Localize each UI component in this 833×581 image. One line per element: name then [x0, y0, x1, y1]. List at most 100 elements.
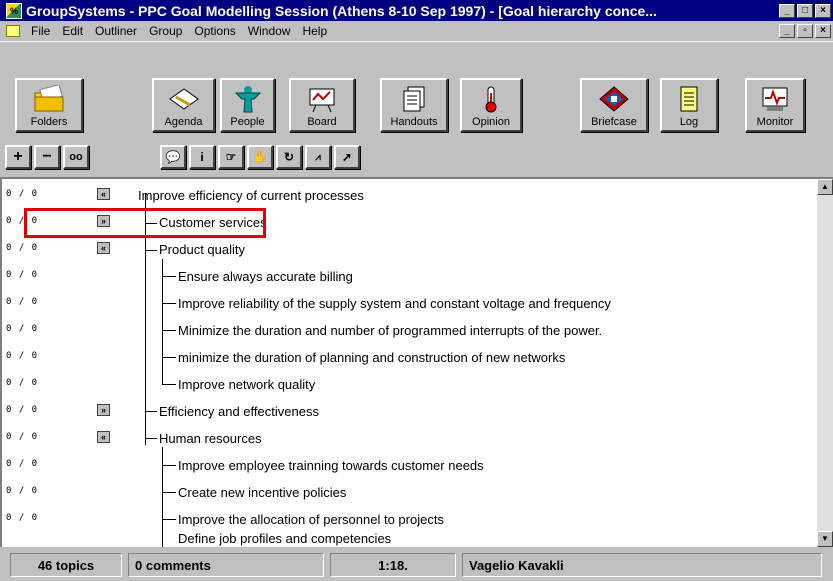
plus-icon: + [13, 148, 23, 165]
outline-row[interactable]: 0 / 0 minimize the duration of planning … [2, 345, 817, 372]
collapse-icon[interactable]: « [97, 188, 110, 200]
speech-bubble-icon: 💬 [165, 150, 181, 164]
hand-icon: ✋ [252, 150, 268, 164]
handouts-button[interactable]: Handouts [380, 78, 448, 132]
menu-file[interactable]: File [25, 24, 56, 38]
menu-help[interactable]: Help [296, 24, 333, 38]
doc-close-button[interactable]: × [815, 24, 831, 38]
topic-text[interactable]: Product quality [159, 242, 245, 257]
comment-button[interactable]: 💬 [160, 145, 186, 169]
topic-text[interactable]: Define job profiles and competencies [178, 531, 391, 546]
outline-row[interactable]: 0 / 0 « Improve efficiency of current pr… [2, 183, 817, 210]
remove-topic-button[interactable]: − [34, 145, 60, 169]
close-button[interactable]: × [815, 3, 831, 18]
topic-text[interactable]: Human resources [159, 431, 262, 446]
handouts-icon [397, 84, 431, 114]
user-name: Vagelio Kavakli [462, 553, 822, 577]
scroll-up-icon[interactable]: ▲ [817, 179, 833, 195]
topic-text[interactable]: Improve the allocation of personnel to p… [178, 512, 444, 527]
folder-icon [32, 84, 66, 114]
outline-pane[interactable]: 0 / 0 « Improve efficiency of current pr… [0, 177, 833, 547]
point-button[interactable]: ☞ [218, 145, 244, 169]
monitor-icon [758, 84, 792, 114]
agenda-button[interactable]: Agenda [152, 78, 215, 132]
topics-count: 46 topics [10, 553, 122, 577]
document-icon[interactable] [6, 25, 20, 37]
outline-row[interactable]: 0 / 0 Improve reliability of the supply … [2, 291, 817, 318]
chart-button[interactable]: ⩘ [305, 145, 331, 169]
topic-text[interactable]: Improve efficiency of current processes [138, 188, 364, 203]
doc-minimize-button[interactable]: _ [779, 24, 795, 38]
outline-row[interactable]: 0 / 0 Improve employee trainning towards… [2, 453, 817, 480]
opinion-button[interactable]: Opinion [460, 78, 522, 132]
outline-row[interactable]: 0 / 0 Create new incentive policies [2, 480, 817, 507]
cursor-button[interactable]: ➚ [334, 145, 360, 169]
vote-score: 0 / 0 [6, 297, 39, 307]
topic-text[interactable]: Create new incentive policies [178, 485, 346, 500]
outline-toolbar: + − oo 💬 i ☞ ✋ ↻ ⩘ ➚ [0, 145, 833, 173]
app-icon[interactable]: % [6, 2, 22, 19]
log-button[interactable]: Log [660, 78, 718, 132]
topic-text[interactable]: Improve reliability of the supply system… [178, 296, 611, 311]
hand-point-icon: ☞ [225, 150, 237, 164]
menu-options[interactable]: Options [188, 24, 241, 38]
vote-score: 0 / 0 [6, 216, 39, 226]
people-button[interactable]: People [220, 78, 275, 132]
menu-bar: File Edit Outliner Group Options Window … [0, 21, 833, 41]
collapse-icon[interactable]: « [97, 431, 110, 443]
title-bar[interactable]: % GroupSystems - PPC Goal Modelling Sess… [0, 0, 833, 21]
outline-row[interactable]: 0 / 0 » Customer services [2, 210, 817, 237]
add-topic-button[interactable]: + [5, 145, 31, 169]
monitor-button[interactable]: Monitor [745, 78, 805, 132]
vote-score: 0 / 0 [6, 432, 39, 442]
outline-row[interactable]: 0 / 0 » Efficiency and effectiveness [2, 399, 817, 426]
topic-text[interactable]: Improve network quality [178, 377, 315, 392]
topic-text[interactable]: minimize the duration of planning and co… [178, 350, 565, 365]
expand-icon[interactable]: » [97, 404, 110, 416]
outline-row[interactable]: 0 / 0 « Human resources [2, 426, 817, 453]
glasses-button[interactable]: oo [63, 145, 89, 169]
expand-icon[interactable]: » [97, 215, 110, 227]
menu-group[interactable]: Group [143, 24, 188, 38]
maximize-button[interactable]: □ [797, 3, 813, 18]
person-info-button[interactable]: i [189, 145, 215, 169]
thermometer-icon [474, 84, 508, 114]
topic-text[interactable]: Efficiency and effectiveness [159, 404, 319, 419]
topic-text[interactable]: Ensure always accurate billing [178, 269, 353, 284]
outline-row[interactable]: 0 / 0 Ensure always accurate billing [2, 264, 817, 291]
briefcase-button[interactable]: Briefcase [580, 78, 648, 132]
people-icon [231, 84, 265, 114]
folders-button[interactable]: Folders [15, 78, 83, 132]
outline-row[interactable]: 0 / 0 « Product quality [2, 237, 817, 264]
menu-edit[interactable]: Edit [56, 24, 89, 38]
groupsystems-window: % GroupSystems - PPC Goal Modelling Sess… [0, 0, 833, 581]
outline-row[interactable]: 0 / 0 Minimize the duration and number o… [2, 318, 817, 345]
outline-row[interactable]: Define job profiles and competencies [2, 526, 817, 547]
menu-window[interactable]: Window [242, 24, 297, 38]
menu-outliner[interactable]: Outliner [89, 24, 143, 38]
main-toolbar: Folders Agenda People Board Handouts Opi… [0, 41, 833, 137]
comments-count: 0 comments [128, 553, 324, 577]
topic-text[interactable]: Minimize the duration and number of prog… [178, 323, 602, 338]
refresh-button[interactable]: ↻ [276, 145, 302, 169]
vertical-scrollbar[interactable]: ▲ ▼ [817, 179, 833, 547]
scroll-down-icon[interactable]: ▼ [817, 531, 833, 547]
doc-restore-button[interactable]: ▫ [797, 24, 813, 38]
vote-score: 0 / 0 [6, 486, 39, 496]
person-icon: i [200, 150, 204, 164]
topic-text[interactable]: Improve employee trainning towards custo… [178, 458, 484, 473]
collapse-icon[interactable]: « [97, 242, 110, 254]
hand-button[interactable]: ✋ [247, 145, 273, 169]
briefcase-icon [597, 84, 631, 114]
log-icon [672, 84, 706, 114]
minus-icon: − [42, 148, 52, 165]
vote-score: 0 / 0 [6, 270, 39, 280]
topic-text[interactable]: Customer services [159, 215, 267, 230]
board-icon [305, 84, 339, 114]
vote-score: 0 / 0 [6, 189, 39, 199]
minimize-button[interactable]: _ [779, 3, 795, 18]
board-button[interactable]: Board [289, 78, 355, 132]
refresh-icon: ↻ [283, 150, 295, 164]
outline-row[interactable]: 0 / 0 Improve network quality [2, 372, 817, 399]
vote-score: 0 / 0 [6, 405, 39, 415]
